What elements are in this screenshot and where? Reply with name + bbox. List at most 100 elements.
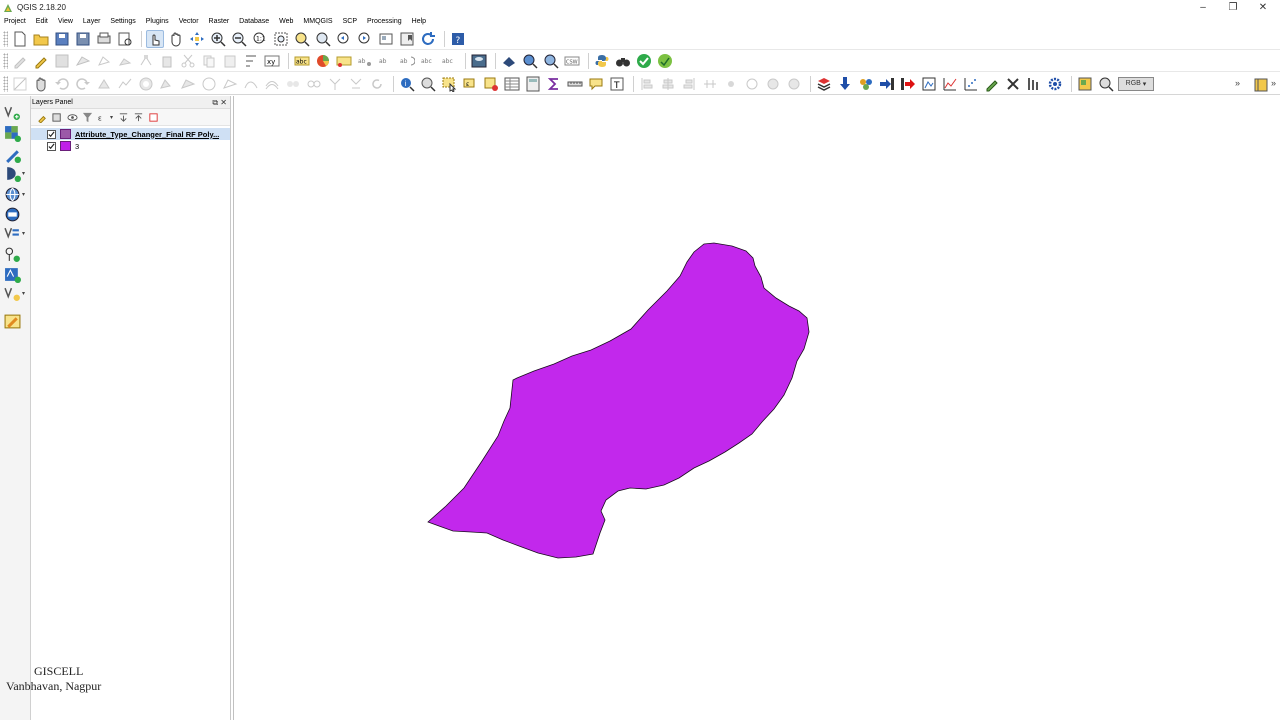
collapse-all-button[interactable] [131, 110, 145, 124]
wms-tool-button[interactable] [500, 52, 518, 70]
copy-features-button[interactable] [200, 52, 218, 70]
edit-raster-button[interactable] [983, 75, 1001, 93]
zoom-native-button[interactable]: 1:1 [251, 30, 269, 48]
menu-settings[interactable]: Settings [110, 18, 135, 25]
identify-binoculars-button[interactable] [614, 52, 632, 70]
check-validity-button[interactable] [635, 52, 653, 70]
tools-button[interactable] [1004, 75, 1022, 93]
save-edits-button[interactable] [53, 52, 71, 70]
align-right-button[interactable] [680, 75, 698, 93]
zoom-selection-button[interactable] [293, 30, 311, 48]
metasearch-button[interactable] [521, 52, 539, 70]
new-map-view-button[interactable] [377, 30, 395, 48]
regular-shape-button[interactable] [785, 75, 803, 93]
add-part-button[interactable] [158, 75, 176, 93]
deselect-features-button[interactable] [482, 75, 500, 93]
add-spatialite-layer-button[interactable]: ▾ [4, 164, 26, 182]
menu-database[interactable]: Database [239, 18, 269, 25]
redo-button[interactable] [74, 75, 92, 93]
change-label-button[interactable]: abc [419, 52, 437, 70]
plugin-manager-button[interactable] [656, 52, 674, 70]
align-left-button[interactable] [638, 75, 656, 93]
zoom-layer-button[interactable] [314, 30, 332, 48]
add-virtual-point-button[interactable] [4, 245, 26, 263]
save-project-button[interactable] [53, 30, 71, 48]
zoom-rgb-button[interactable] [1097, 75, 1115, 93]
rotate-feature-button[interactable] [95, 75, 113, 93]
menu-raster[interactable]: Raster [209, 18, 230, 25]
distribute-button[interactable] [701, 75, 719, 93]
field-calc-adv-button[interactable] [524, 75, 542, 93]
rgb-composite-button[interactable] [1076, 75, 1094, 93]
zoom-full-button[interactable] [272, 30, 290, 48]
attribute-panel-button[interactable] [1252, 76, 1270, 94]
menu-web[interactable]: Web [279, 18, 293, 25]
download-button[interactable] [836, 75, 854, 93]
menu-view[interactable]: View [58, 18, 73, 25]
toolbar-grip[interactable] [3, 75, 8, 92]
add-delimited-text-button[interactable] [4, 145, 26, 163]
node-tool-button[interactable] [137, 52, 155, 70]
text-annotation-button[interactable]: T [608, 75, 626, 93]
add-ring-button[interactable] [95, 52, 113, 70]
align-center-button[interactable] [659, 75, 677, 93]
menu-edit[interactable]: Edit [36, 18, 48, 25]
split-parts-button[interactable] [305, 75, 323, 93]
label-tool-button[interactable]: abc [293, 52, 311, 70]
toolbar-grip[interactable] [3, 31, 8, 47]
add-feature-button[interactable] [74, 52, 92, 70]
remove-layer-button[interactable] [146, 110, 160, 124]
rotate-label-button[interactable]: ab [398, 52, 416, 70]
layer-item[interactable]: 3 [31, 140, 230, 152]
menu-processing[interactable]: Processing [367, 18, 402, 25]
layer-visibility-checkbox[interactable] [47, 129, 56, 139]
db-manager-button[interactable] [470, 52, 488, 70]
new-shapefile-layer-button[interactable]: ▾ [4, 284, 26, 302]
polygon-feature[interactable] [427, 242, 810, 559]
style-layer-button[interactable] [35, 110, 49, 124]
preprocessing-button[interactable] [1025, 75, 1043, 93]
show-labels-button[interactable]: ab [356, 52, 374, 70]
digitize-advanced-button[interactable] [11, 75, 29, 93]
merge-attributes-button[interactable] [347, 75, 365, 93]
toolbar-overflow-button[interactable]: » [1235, 78, 1240, 88]
zoom-in-button[interactable] [209, 30, 227, 48]
delete-part-button[interactable] [221, 75, 239, 93]
identify-features-button[interactable]: i [398, 75, 416, 93]
offset-curve-button[interactable] [263, 75, 281, 93]
filter-expression-button[interactable]: ε [95, 110, 109, 124]
simplify-feature-button[interactable] [116, 75, 134, 93]
touch-zoom-pan-button[interactable] [146, 30, 164, 48]
roi-button[interactable] [920, 75, 938, 93]
save-as-button[interactable] [74, 30, 92, 48]
spectral-plot-button[interactable] [941, 75, 959, 93]
menu-plugins[interactable]: Plugins [146, 18, 169, 25]
map-tips-button[interactable] [587, 75, 605, 93]
expand-all-button[interactable] [116, 110, 130, 124]
move-feature-button[interactable] [116, 52, 134, 70]
new-bookmark-button[interactable] [398, 30, 416, 48]
menu-help[interactable]: Help [412, 18, 426, 25]
add-raster-layer-button[interactable] [4, 124, 26, 142]
add-mssql-layer-button[interactable] [4, 265, 26, 283]
menu-scp[interactable]: SCP [343, 18, 357, 25]
whats-this-button[interactable]: ? [449, 30, 467, 48]
import-button[interactable] [878, 75, 896, 93]
label-properties-button[interactable]: abc [440, 52, 458, 70]
measure-line-button[interactable] [566, 75, 584, 93]
field-calculator-button[interactable] [242, 52, 260, 70]
restore-button[interactable]: ❐ [1218, 0, 1248, 14]
pan-map-button[interactable] [167, 30, 185, 48]
delete-ring-button[interactable] [200, 75, 218, 93]
pan-to-selection-button[interactable] [188, 30, 206, 48]
statistical-summary-button[interactable] [545, 75, 563, 93]
run-feature-action-button[interactable] [419, 75, 437, 93]
shape-tool-button[interactable] [764, 75, 782, 93]
xy-tool-button[interactable]: xy [263, 52, 281, 70]
fill-ring-button[interactable] [179, 75, 197, 93]
toggle-editing-button[interactable] [32, 52, 50, 70]
zoom-last-button[interactable] [335, 30, 353, 48]
diagram-tool-button[interactable] [314, 52, 332, 70]
select-by-expression-button[interactable]: ε [461, 75, 479, 93]
band-set-button[interactable] [857, 75, 875, 93]
